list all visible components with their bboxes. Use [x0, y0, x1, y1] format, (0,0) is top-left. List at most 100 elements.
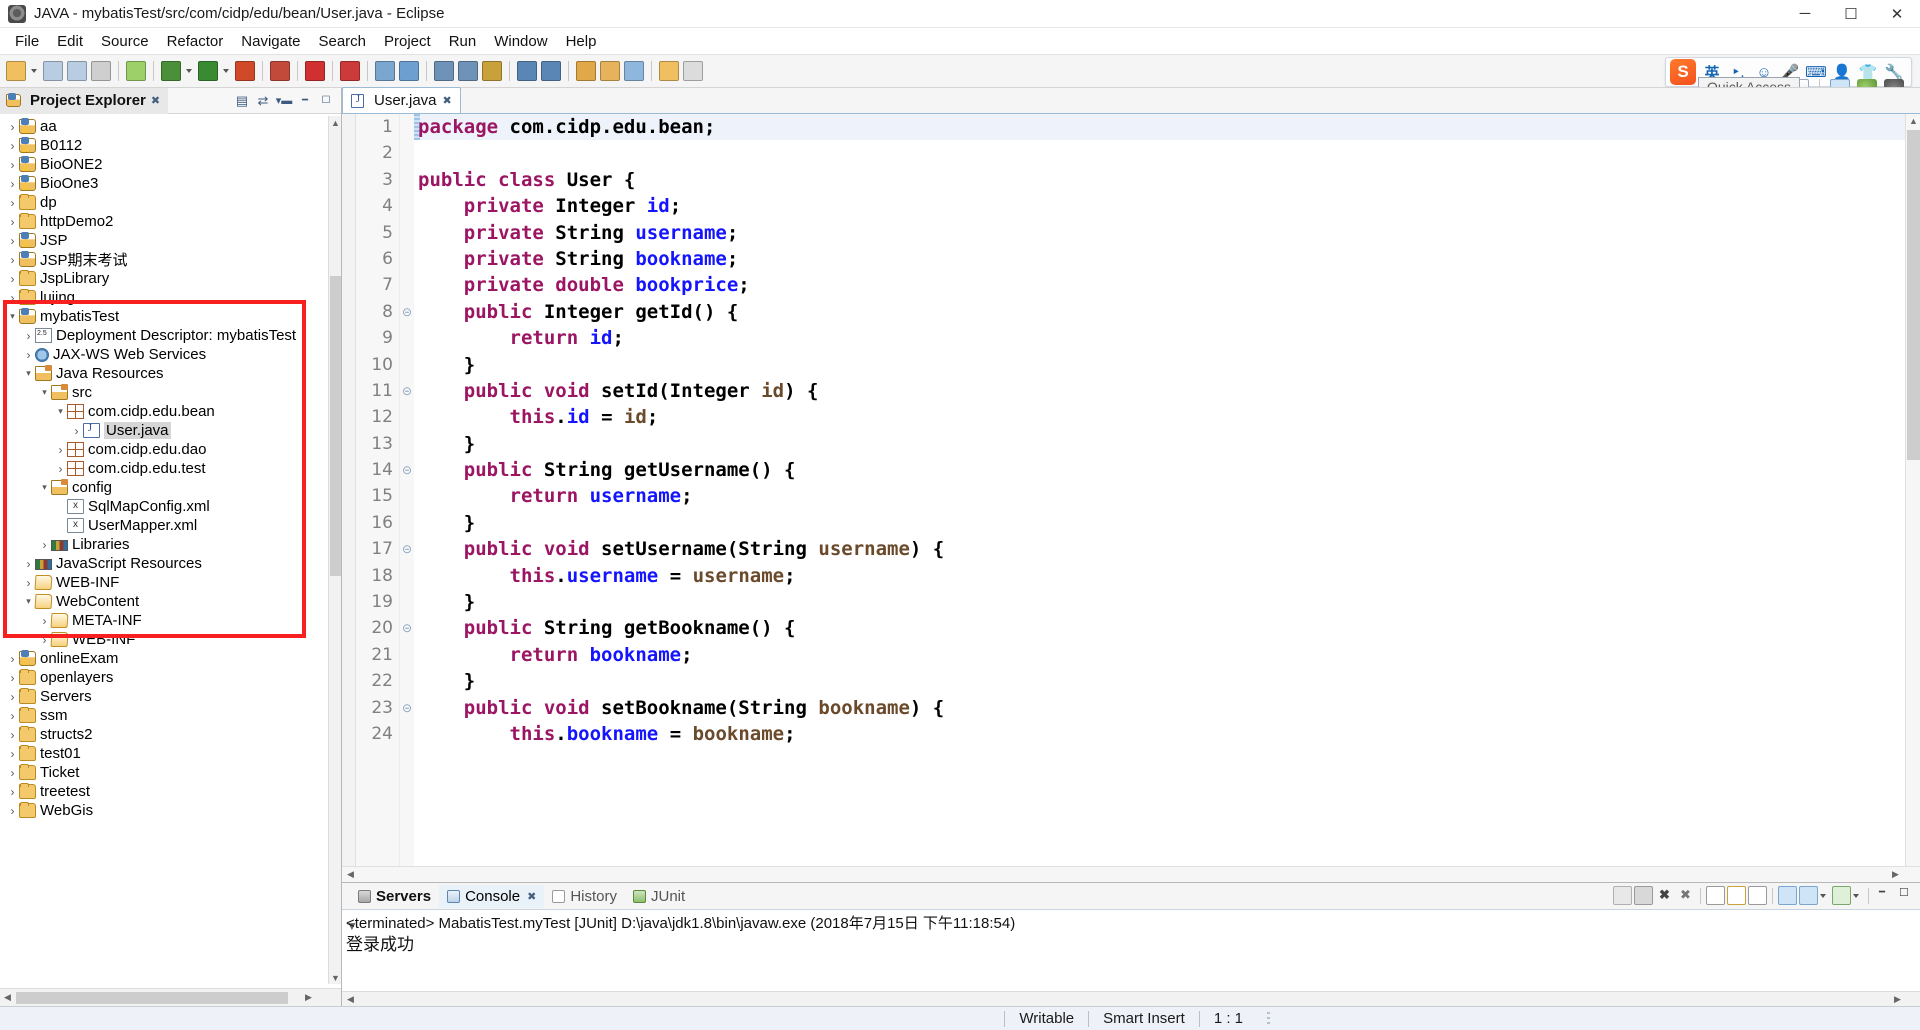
chevron-right-icon[interactable]: ›	[6, 804, 19, 818]
tree-item-bioone3[interactable]: › BioOne3	[0, 174, 341, 193]
editor-vertical-scrollbar[interactable]: ▲	[1905, 114, 1920, 866]
tree-item-com-cidp-edu-bean[interactable]: ▾ com.cidp.edu.bean	[0, 402, 341, 421]
new-class-icon[interactable]	[624, 61, 644, 81]
fold-toggle-icon[interactable]: ⊝	[400, 299, 414, 325]
editor-marker-bar[interactable]	[342, 114, 356, 882]
tree-item-web-inf[interactable]: › WEB-INF	[0, 630, 341, 649]
quick-access-field[interactable]: Quick Access	[1697, 77, 1800, 87]
close-icon[interactable]: ✖	[443, 94, 452, 107]
tree-item-java-resources[interactable]: ▾ Java Resources	[0, 364, 341, 383]
minimize-button[interactable]: ─	[1782, 0, 1828, 28]
tree-item-deployment-descriptor-mybatistest[interactable]: › Deployment Descriptor: mybatisTest	[0, 326, 341, 345]
fold-toggle-icon[interactable]: ⊝	[400, 457, 414, 483]
tree-item-ticket[interactable]: › Ticket	[0, 763, 341, 782]
chevron-right-icon[interactable]: ›	[6, 158, 19, 172]
chevron-right-icon[interactable]: ›	[54, 462, 67, 476]
chevron-down-icon[interactable]: ▾	[38, 481, 51, 494]
tree-item-b0112[interactable]: › B0112	[0, 136, 341, 155]
menu-source[interactable]: Source	[92, 30, 158, 53]
view-menu-icon[interactable]: ▾▬	[275, 92, 293, 110]
editor-text-area[interactable]: package com.cidp.edu.bean; public class …	[414, 114, 1920, 882]
debug-icon[interactable]	[161, 61, 181, 81]
scroll-right-arrow[interactable]: ▶	[304, 992, 313, 1002]
open-console-icon[interactable]	[1799, 886, 1818, 905]
fold-toggle-icon[interactable]: ⊝	[400, 615, 414, 641]
new-java-project-icon[interactable]	[576, 61, 596, 81]
chevron-right-icon[interactable]: ›	[6, 785, 19, 799]
editor-body[interactable]: 1 2 3 4 5 6 7 8 9 10 11 12 13 14 15 16 17 18 19 20 21 22 23 24 …	[342, 114, 1920, 882]
explorer-hscroll-thumb[interactable]	[16, 992, 288, 1004]
close-icon[interactable]: ✖	[527, 890, 536, 903]
tree-item-usermapper-xml[interactable]: UserMapper.xml	[0, 516, 341, 535]
tree-item-openlayers[interactable]: › openlayers	[0, 668, 341, 687]
fold-toggle-icon[interactable]: ⊝	[400, 536, 414, 562]
tree-item-javascript-resources[interactable]: › JavaScript Resources	[0, 554, 341, 573]
editor-tab-user-java[interactable]: User.java ✖	[342, 87, 461, 113]
project-explorer-tab[interactable]: Project Explorer ✖	[0, 87, 169, 114]
perspective-java-ee-icon[interactable]	[1830, 79, 1850, 87]
chevron-down-icon[interactable]: ▾	[22, 595, 35, 608]
tree-item-jsplibrary[interactable]: › JspLibrary	[0, 269, 341, 288]
chevron-right-icon[interactable]: ›	[22, 329, 35, 343]
new-package-icon[interactable]	[600, 61, 620, 81]
open-type-icon[interactable]	[375, 61, 395, 81]
show-console-on-output-icon[interactable]	[1748, 886, 1767, 905]
chevron-down-icon[interactable]: ▾	[22, 367, 35, 380]
tree-item-treetest[interactable]: › treetest	[0, 782, 341, 801]
debug-dropdown-icon[interactable]	[185, 61, 194, 81]
chevron-right-icon[interactable]: ›	[38, 633, 51, 647]
chevron-right-icon[interactable]: ›	[6, 709, 19, 723]
chevron-right-icon[interactable]: ›	[6, 652, 19, 666]
chevron-down-icon[interactable]: ▾	[38, 386, 51, 399]
tree-item-meta-inf[interactable]: › META-INF	[0, 611, 341, 630]
fold-toggle-icon[interactable]: ⊝	[400, 695, 414, 721]
close-icon[interactable]: ✖	[151, 94, 160, 107]
new-dropdown-icon[interactable]	[30, 61, 39, 81]
new-wizard-icon[interactable]	[6, 61, 26, 81]
chevron-right-icon[interactable]: ›	[6, 690, 19, 704]
tree-item-webgis[interactable]: › WebGis	[0, 801, 341, 820]
scroll-right-arrow[interactable]: ▶	[1893, 994, 1902, 1004]
maximize-button[interactable]: ☐	[1828, 0, 1874, 28]
display-selected-console-icon[interactable]	[1778, 886, 1797, 905]
chevron-right-icon[interactable]: ›	[6, 139, 19, 153]
scroll-left-arrow[interactable]: ◀	[346, 869, 355, 879]
menu-refactor[interactable]: Refactor	[158, 30, 233, 53]
console-tab-console[interactable]: Console ✖	[439, 884, 545, 908]
chevron-right-icon[interactable]: ›	[6, 728, 19, 742]
menu-file[interactable]: File	[6, 30, 48, 53]
build-icon[interactable]	[126, 61, 146, 81]
new-folder-icon[interactable]	[659, 61, 679, 81]
save-all-icon[interactable]	[67, 61, 87, 81]
chevron-down-icon[interactable]: ▾	[54, 405, 67, 418]
editor-horizontal-scrollbar[interactable]: ◀ ▶	[342, 866, 1920, 882]
remove-launch-icon[interactable]	[1634, 886, 1653, 905]
tree-item-user-java[interactable]: › User.java	[0, 421, 341, 440]
maximize-view-icon[interactable]: ☐	[317, 92, 335, 110]
collapse-all-icon[interactable]: ▤	[233, 92, 251, 110]
tree-item-aa[interactable]: › aa	[0, 117, 341, 136]
next-annotation-icon[interactable]	[434, 61, 454, 81]
chevron-right-icon[interactable]: ›	[70, 424, 83, 438]
chevron-right-icon[interactable]: ›	[6, 196, 19, 210]
tree-item-config[interactable]: ▾ config	[0, 478, 341, 497]
tree-item-onlineexam[interactable]: › onlineExam	[0, 649, 341, 668]
tree-item-httpdemo2[interactable]: › httpDemo2	[0, 212, 341, 231]
scroll-lock-icon[interactable]	[1706, 886, 1725, 905]
tree-item-web-inf[interactable]: › WEB-INF	[0, 573, 341, 592]
chevron-right-icon[interactable]: ›	[22, 557, 35, 571]
tree-item-sqlmapconfig-xml[interactable]: SqlMapConfig.xml	[0, 497, 341, 516]
menu-navigate[interactable]: Navigate	[232, 30, 309, 53]
chevron-right-icon[interactable]: ›	[6, 766, 19, 780]
console-horizontal-scrollbar[interactable]: ◀ ▶	[342, 991, 1920, 1006]
chevron-right-icon[interactable]: ›	[54, 443, 67, 457]
menu-help[interactable]: Help	[557, 30, 606, 53]
forward-icon[interactable]	[541, 61, 561, 81]
chevron-down-icon[interactable]	[1853, 893, 1859, 898]
explorer-horizontal-scrollbar[interactable]: ◀ ▶	[0, 988, 341, 1006]
chevron-right-icon[interactable]: ›	[22, 348, 35, 362]
clear-console-icon[interactable]: ✖	[1676, 886, 1695, 905]
chevron-right-icon[interactable]: ›	[6, 177, 19, 191]
tree-item-jax-ws-web-services[interactable]: › JAX-WS Web Services	[0, 345, 341, 364]
tree-item-dp[interactable]: › dp	[0, 193, 341, 212]
